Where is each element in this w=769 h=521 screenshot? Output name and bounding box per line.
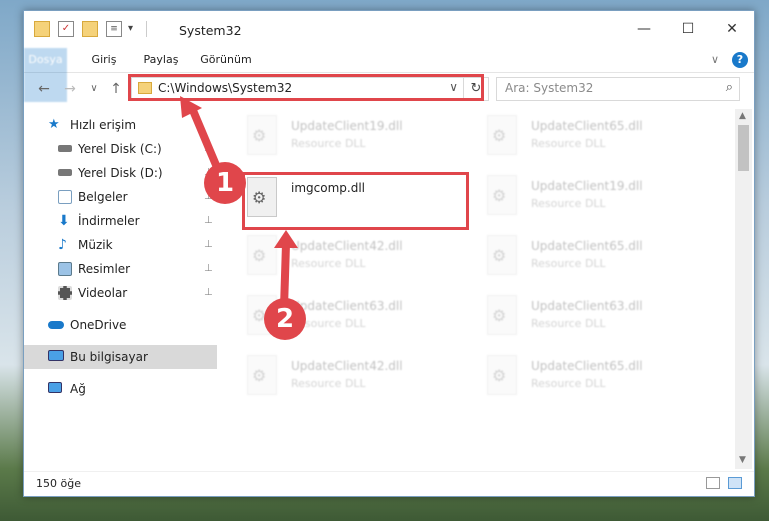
step-1-badge: 1: [204, 162, 246, 204]
arrow-2-head: [274, 230, 298, 248]
step-2-badge: 2: [264, 298, 306, 340]
annotation-arrows: [180, 96, 298, 312]
